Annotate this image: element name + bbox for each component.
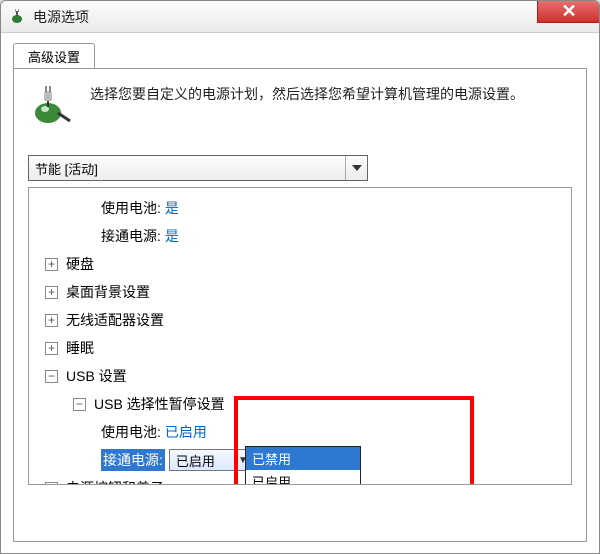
expand-icon[interactable]: +	[45, 342, 58, 355]
label: 无线适配器设置	[66, 310, 164, 330]
chevron-down-icon	[345, 156, 367, 180]
tree-item-battery: 使用电池: 是	[33, 194, 567, 222]
tab-strip: 高级设置	[13, 43, 587, 69]
label: 使用电池:	[101, 198, 161, 218]
combobox-value: 已启用	[176, 451, 215, 470]
dialog-window: 电源选项 ✕ 高级设置	[0, 0, 600, 554]
tree-item-usb[interactable]: − USB 设置	[33, 362, 567, 390]
close-icon: ✕	[561, 1, 576, 22]
dropdown-item-enable[interactable]: 已启用	[246, 470, 360, 485]
tab-advanced-settings[interactable]: 高级设置	[13, 43, 95, 70]
label-selected: 接通电源:	[101, 449, 165, 471]
collapse-icon[interactable]: −	[45, 370, 58, 383]
label: 使用电池:	[101, 422, 161, 442]
label: 桌面背景设置	[66, 282, 150, 302]
collapse-icon[interactable]: −	[73, 398, 86, 411]
power-plan-value: 节能 [活动]	[35, 159, 98, 178]
tree-item-harddisk[interactable]: + 硬盘	[33, 250, 567, 278]
label: USB 选择性暂停设置	[94, 394, 225, 414]
value-combobox[interactable]: 已启用 ▼	[169, 449, 255, 471]
expand-icon[interactable]: +	[45, 482, 58, 486]
label: 硬盘	[66, 254, 94, 274]
expand-icon[interactable]: +	[45, 314, 58, 327]
power-plan-select[interactable]: 节能 [活动]	[28, 155, 368, 181]
tree-item-wireless[interactable]: + 无线适配器设置	[33, 306, 567, 334]
value-link[interactable]: 是	[165, 226, 179, 246]
tab-label: 高级设置	[28, 50, 80, 65]
label: USB 设置	[66, 366, 127, 386]
expand-icon[interactable]: +	[45, 286, 58, 299]
value-link[interactable]: 是	[165, 198, 179, 218]
intro-text: 选择您要自定义的电源计划，然后选择您希望计算机管理的电源设置。	[90, 83, 524, 131]
intro-section: 选择您要自定义的电源计划，然后选择您希望计算机管理的电源设置。	[28, 83, 572, 131]
tree-item-usb-suspend[interactable]: − USB 选择性暂停设置	[33, 390, 567, 418]
dropdown-item-disable[interactable]: 已禁用	[246, 447, 360, 470]
label: 睡眠	[66, 338, 94, 358]
dialog-body: 高级设置 选择您要自定义的电源计划，然后选择您希望计算机管理的电源设置	[1, 33, 599, 553]
label: 电源按钮和盖子	[66, 478, 164, 485]
close-button[interactable]: ✕	[537, 0, 600, 23]
tree-item-sleep[interactable]: + 睡眠	[33, 334, 567, 362]
tree-item-desktop-bg[interactable]: + 桌面背景设置	[33, 278, 567, 306]
window-title: 电源选项	[33, 7, 89, 27]
settings-tree[interactable]: 使用电池: 是 接通电源: 是 + 硬盘 + 桌面背景设置 + 无线适配器	[28, 187, 572, 485]
tree-item-usb-battery: 使用电池: 已启用	[33, 418, 567, 446]
battery-plug-icon	[28, 83, 76, 131]
tab-panel: 选择您要自定义的电源计划，然后选择您希望计算机管理的电源设置。 节能 [活动] …	[13, 68, 587, 542]
power-icon	[7, 7, 27, 27]
expand-icon[interactable]: +	[45, 258, 58, 271]
title-bar: 电源选项 ✕	[1, 1, 599, 33]
combobox-dropdown[interactable]: 已禁用 已启用	[245, 446, 361, 485]
tree-item-ac: 接通电源: 是	[33, 222, 567, 250]
label: 接通电源:	[101, 226, 161, 246]
value-link[interactable]: 已启用	[165, 422, 207, 442]
